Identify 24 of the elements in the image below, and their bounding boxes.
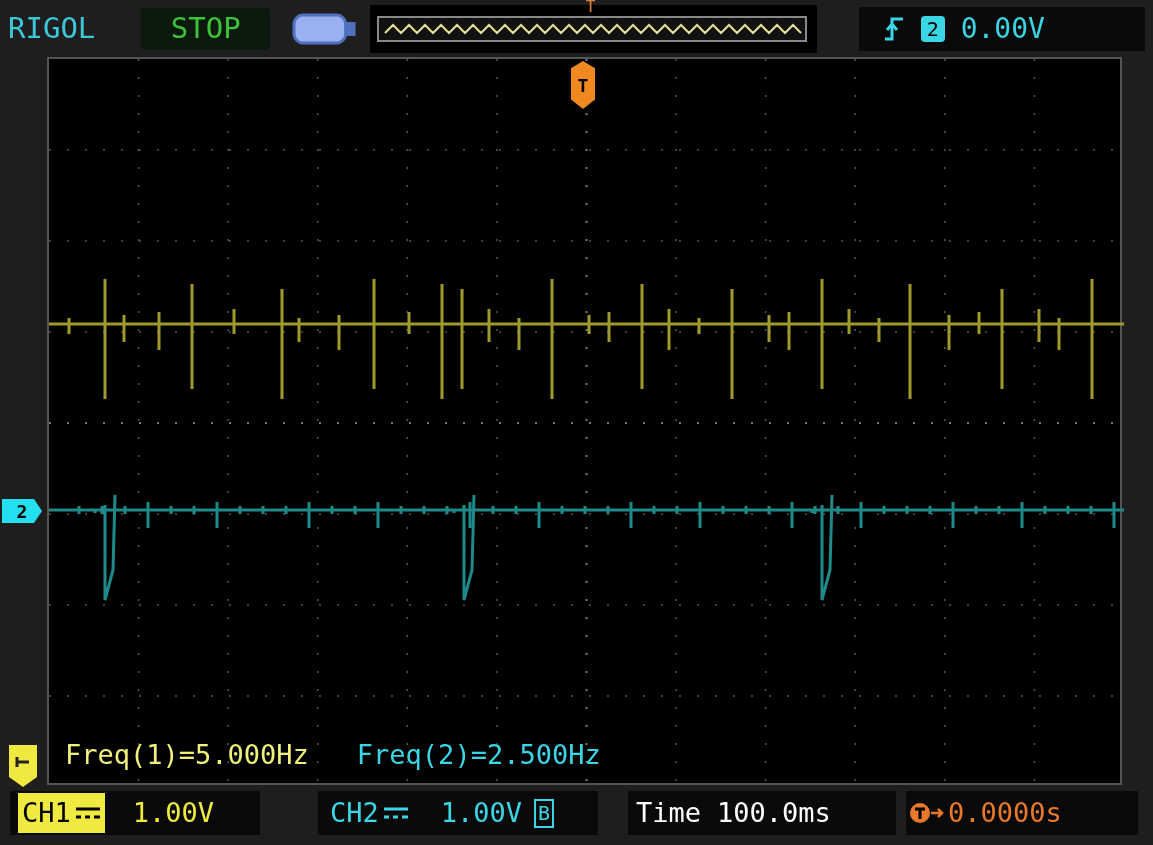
- channel-label[interactable]: CH2: [326, 792, 413, 834]
- dc-coupling-icon: [74, 805, 101, 821]
- trigger-position-marker: T: [585, 0, 596, 15]
- timebase-label: Time: [636, 795, 702, 830]
- timebase-value: 100.0ms: [717, 795, 831, 830]
- brand-logo: RIGOL: [8, 9, 97, 47]
- dc-coupling-icon: [382, 805, 409, 821]
- volts-per-division: 1.00V: [440, 795, 523, 830]
- channel-offset-marker[interactable]: 2: [2, 499, 42, 523]
- frequency-measurement: Freq(2)=2.500Hz: [356, 738, 601, 772]
- waveform-overview-icon: [377, 15, 810, 42]
- trigger-offset-icon: [910, 802, 944, 824]
- bandwidth-limit-badge: B: [534, 798, 555, 828]
- ground-level-marker-icon: [9, 745, 37, 787]
- frequency-measurement: Freq(1)=5.000Hz: [65, 738, 309, 772]
- battery-icon: [290, 11, 358, 46]
- trigger-time-marker: T: [571, 61, 595, 109]
- trigger-source: 2: [920, 15, 945, 42]
- channel-label[interactable]: CH1: [18, 792, 105, 834]
- trigger-level: 0.00V: [960, 10, 1045, 47]
- rising-edge-icon: [882, 15, 905, 42]
- trigger-offset-value: 0.0000s: [948, 795, 1062, 830]
- run-status: STOP: [141, 7, 271, 50]
- volts-per-division: 1.00V: [132, 795, 215, 830]
